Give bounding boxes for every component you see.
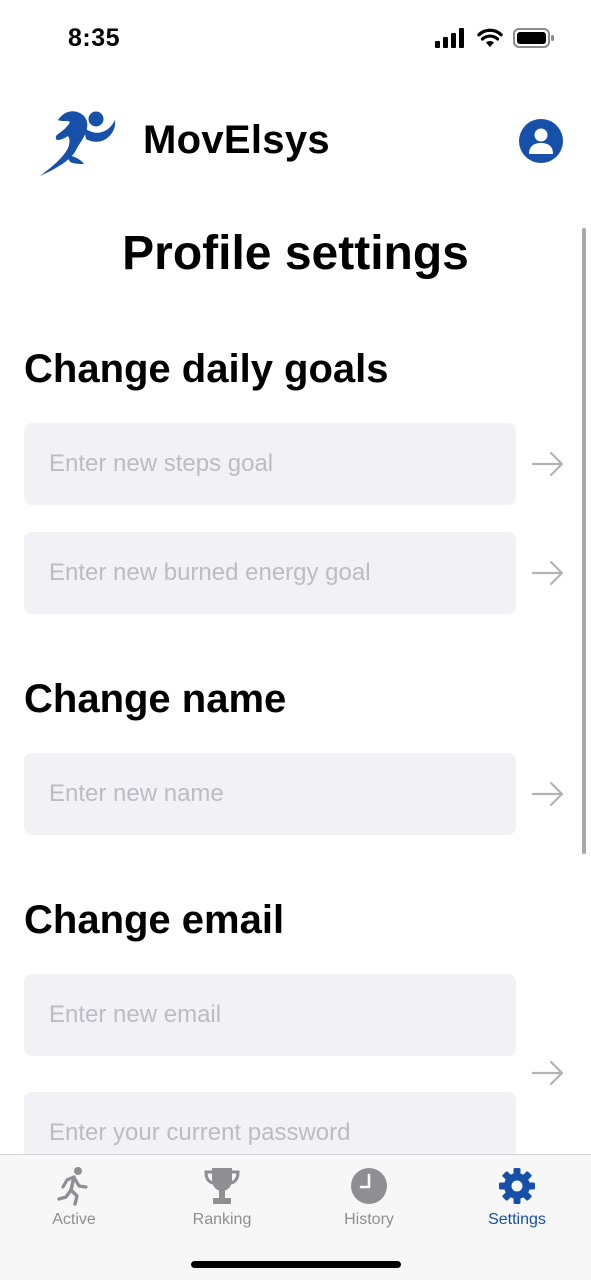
section-title-email: Change email bbox=[24, 898, 285, 942]
tab-ranking[interactable]: Ranking bbox=[148, 1155, 296, 1245]
arrow-right-icon bbox=[531, 781, 564, 807]
energy-goal-input[interactable] bbox=[24, 532, 516, 614]
tab-settings[interactable]: Settings bbox=[443, 1155, 591, 1245]
page-title: Profile settings bbox=[122, 227, 469, 280]
arrow-right-icon bbox=[531, 1060, 564, 1086]
gear-icon bbox=[499, 1168, 535, 1204]
tab-label-active: Active bbox=[52, 1211, 96, 1228]
arrow-right-icon bbox=[531, 451, 564, 477]
battery-icon bbox=[513, 28, 554, 48]
email-input[interactable] bbox=[24, 974, 516, 1056]
clock-icon bbox=[351, 1168, 387, 1204]
section-title-name: Change name bbox=[24, 677, 287, 721]
trophy-icon bbox=[204, 1168, 240, 1204]
submit-email-button[interactable] bbox=[528, 1053, 568, 1093]
scrollbar[interactable] bbox=[582, 228, 586, 854]
submit-energy-goal-button[interactable] bbox=[528, 553, 568, 593]
status-time: 8:35 bbox=[68, 24, 121, 52]
status-icons bbox=[435, 28, 555, 48]
account-button[interactable] bbox=[519, 119, 563, 163]
tab-label-ranking: Ranking bbox=[192, 1211, 252, 1228]
submit-name-button[interactable] bbox=[528, 774, 568, 814]
runner-logo bbox=[40, 111, 116, 176]
home-indicator bbox=[191, 1261, 401, 1268]
tab-history[interactable]: History bbox=[295, 1155, 443, 1245]
signal-icon bbox=[435, 28, 464, 48]
tab-label-settings: Settings bbox=[488, 1211, 546, 1228]
submit-steps-goal-button[interactable] bbox=[528, 444, 568, 484]
section-title-goals: Change daily goals bbox=[24, 347, 389, 391]
wifi-icon bbox=[477, 28, 503, 47]
account-icon bbox=[529, 128, 553, 154]
app-name: MovElsys bbox=[143, 118, 330, 162]
steps-goal-input[interactable] bbox=[24, 423, 516, 505]
name-input[interactable] bbox=[24, 753, 516, 835]
status-bar: 8:35 bbox=[0, 0, 591, 80]
app-logo bbox=[36, 106, 120, 178]
arrow-right-icon bbox=[531, 560, 564, 586]
tab-active[interactable]: Active bbox=[0, 1155, 148, 1245]
runner-icon bbox=[57, 1167, 88, 1206]
tab-label-history: History bbox=[344, 1211, 394, 1228]
